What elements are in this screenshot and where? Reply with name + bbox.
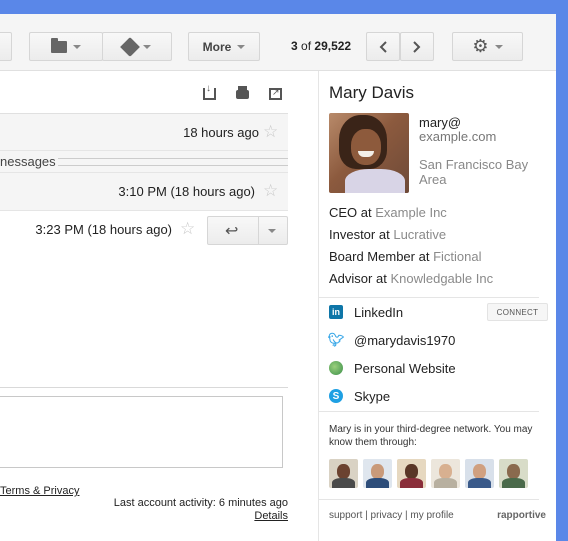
job-item: Advisor at Knowledgable Inc [329,271,494,286]
window-frame-right [556,0,568,541]
twitter-handle: @marydavis1970 [354,332,456,348]
connect-button[interactable]: CONNECT [487,303,548,321]
avatar[interactable] [431,459,460,488]
job-item: CEO at Example Inc [329,205,447,220]
conversation-view: 18 hours ago ☆ nessages 3:10 PM (18 hour… [0,71,318,541]
download-icon[interactable] [203,83,216,100]
my-profile-link[interactable]: my profile [410,510,453,521]
network-text: Mary is in your third-degree network. Yo… [329,424,533,448]
toolbar: More 3 of 29,522 ⚙ [0,14,556,71]
older-button[interactable] [400,32,434,61]
website-label: Personal Website [354,360,456,376]
job-list: CEO at Example Inc Investor at Lucrative… [329,205,549,293]
rapportive-logo[interactable]: rapportive [497,510,546,521]
job-item: Investor at Lucrative [329,227,447,242]
job-item: Board Member at Fictional [329,249,482,264]
count-current: 3 [291,39,298,53]
settings-button[interactable]: ⚙ [452,32,523,61]
contact-email-domain[interactable]: example.com [419,129,496,144]
folder-icon [51,37,67,53]
twitter-icon: 🐦︎ [327,332,345,347]
company-link[interactable]: Knowledgable Inc [390,271,493,286]
avatar[interactable] [363,459,392,488]
message-time: 3:10 PM (18 hours ago) [118,184,255,199]
reply-button[interactable]: ↩ [207,216,288,245]
chevron-down-icon [143,44,151,49]
collapsed-messages-row[interactable]: nessages [0,151,288,173]
linkedin-row[interactable]: in LinkedIn CONNECT [329,301,549,323]
chevron-down-icon[interactable] [268,229,276,233]
divider [319,499,539,500]
count-total: 29,522 [314,39,352,53]
sidebar-footer-links: support | privacy | my profile [329,510,454,521]
window-frame-top [0,0,568,14]
print-icon[interactable] [236,86,249,99]
avatar[interactable] [465,459,494,488]
newer-button[interactable] [366,32,400,61]
labels-button[interactable] [102,32,172,61]
terms-privacy-link[interactable]: Terms & Privacy [0,485,79,497]
mutual-connections [329,459,533,488]
message-time: 3:23 PM (18 hours ago) [35,222,172,237]
contact-location: San Francisco Bay Area [419,157,529,187]
message-row[interactable]: 18 hours ago ☆ [0,113,288,151]
chevron-left-icon [379,40,387,53]
contact-photo [329,113,409,193]
skype-icon: S [329,389,343,403]
new-window-icon[interactable] [269,87,282,100]
chevron-right-icon [413,40,421,53]
reply-textarea[interactable] [0,396,283,468]
skype-row[interactable]: S Skype [329,385,549,407]
star-icon[interactable]: ☆ [180,219,195,239]
count-of: of [301,39,312,53]
contact-name: Mary Davis [329,83,415,102]
tag-icon [120,36,140,57]
twitter-row[interactable]: 🐦︎ @marydavis1970 [327,329,549,351]
chevron-down-icon [237,44,246,49]
company-link[interactable]: Fictional [433,249,481,264]
avatar[interactable] [499,459,528,488]
star-icon[interactable]: ☆ [263,181,278,201]
toolbar-button-partial[interactable] [0,32,12,61]
avatar[interactable] [397,459,426,488]
privacy-link[interactable]: privacy [371,510,403,521]
more-label: More [202,39,232,54]
website-row[interactable]: Personal Website [329,357,549,379]
linkedin-label: LinkedIn [354,304,404,320]
contact-email-user[interactable]: mary@ [419,115,461,130]
avatar[interactable] [329,459,358,488]
divider [319,297,539,298]
rapportive-sidebar: Mary Davis mary@ example.com San Francis… [318,71,556,541]
move-to-button[interactable] [29,32,103,61]
company-link[interactable]: Example Inc [375,205,447,220]
skype-label: Skype [354,388,391,404]
linkedin-icon: in [329,305,343,319]
details-link[interactable]: Details [254,510,288,522]
support-link[interactable]: support [329,510,362,521]
divider [0,387,288,388]
reply-icon: ↩ [225,223,239,240]
chevron-down-icon [494,44,503,49]
last-account-activity: Last account activity: 6 minutes ago [113,497,288,509]
message-row[interactable]: 3:10 PM (18 hours ago) ☆ [0,173,288,211]
message-time: 18 hours ago [183,125,259,140]
collapsed-messages-label: nessages [0,154,56,169]
reply-divider [258,217,259,244]
company-link[interactable]: Lucrative [393,227,446,242]
chevron-down-icon [73,44,81,49]
divider [319,411,539,412]
collapsed-stripes [58,158,288,166]
thread-actions [0,71,318,111]
star-icon[interactable]: ☆ [263,122,278,142]
more-button[interactable]: More [188,32,260,61]
globe-icon [329,361,343,375]
conversation-count: 3 of 29,522 [291,39,351,53]
gear-icon: ⚙ [472,36,489,56]
